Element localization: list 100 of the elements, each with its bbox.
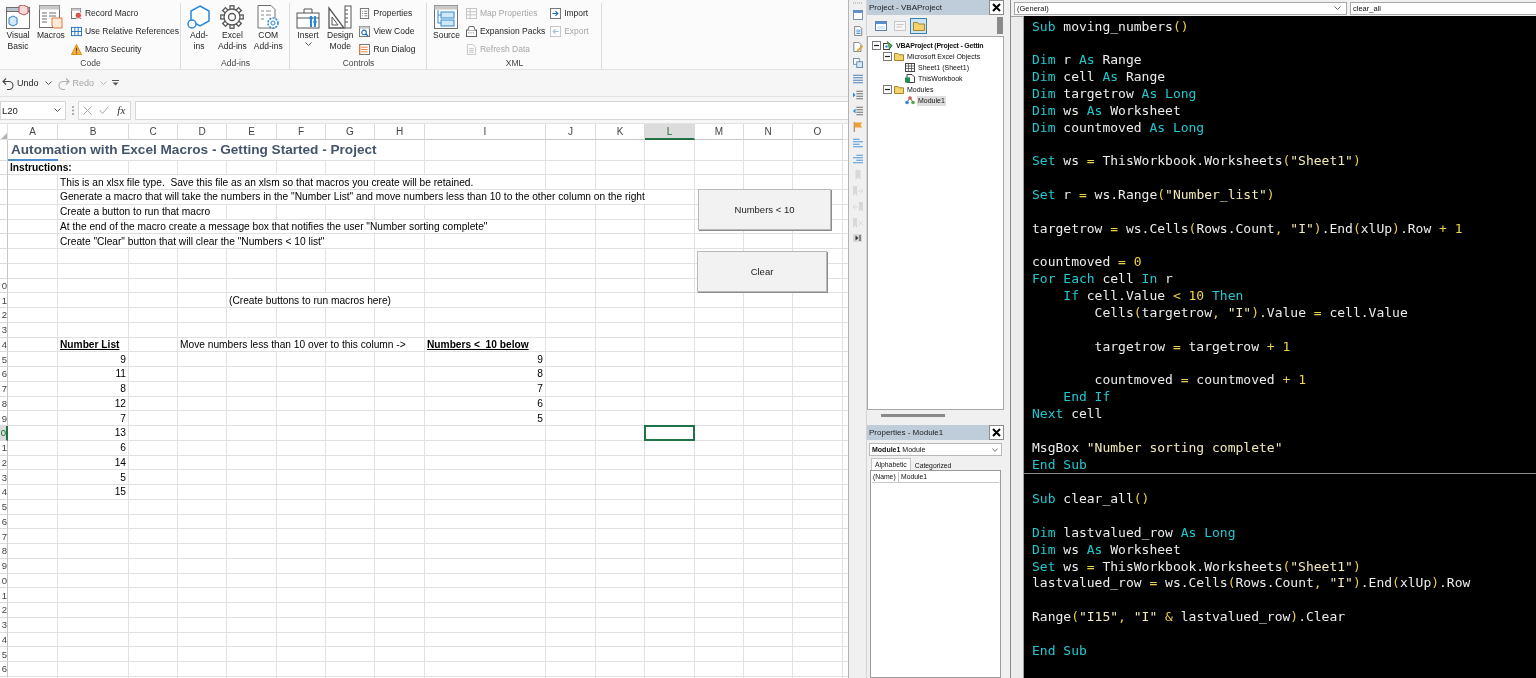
row-header[interactable]: 6: [0, 514, 8, 530]
flag-icon[interactable]: [852, 122, 863, 132]
row-header[interactable]: [0, 175, 8, 190]
close-button[interactable]: [989, 425, 1004, 440]
arrow-bar-icon[interactable]: [853, 234, 862, 242]
ribbon-button[interactable]: Macro Security: [68, 41, 181, 57]
row-header[interactable]: [0, 249, 8, 264]
row-header[interactable]: 6: [0, 662, 8, 677]
formula-input[interactable]: [135, 100, 848, 120]
text-lines-icon[interactable]: [852, 138, 863, 148]
lines-icon[interactable]: [852, 74, 863, 84]
row-header[interactable]: [0, 160, 8, 176]
ribbon-button[interactable]: Visual Basic: [3, 5, 33, 52]
row-header[interactable]: 7: [0, 381, 8, 397]
row-header[interactable]: 9: [0, 558, 8, 574]
row-header[interactable]: 8: [0, 396, 8, 412]
column-header[interactable]: N: [744, 124, 793, 140]
ribbon-button[interactable]: Run Dialog: [357, 41, 418, 57]
column-header[interactable]: K: [596, 124, 645, 140]
ribbon-button[interactable]: Add- ins: [184, 5, 214, 52]
row-header[interactable]: [0, 140, 8, 161]
column-header[interactable]: G: [326, 124, 375, 140]
collapse-icon[interactable]: [883, 52, 892, 61]
row-header[interactable]: 6: [0, 367, 8, 382]
ribbon-button[interactable]: View Code: [357, 23, 418, 39]
column-header[interactable]: L: [645, 124, 695, 140]
ribbon-button[interactable]: COM Add-ins: [250, 5, 286, 52]
column-header[interactable]: A: [8, 124, 58, 140]
row-header[interactable]: 4: [0, 337, 8, 353]
ribbon-button[interactable]: Insert: [293, 5, 323, 46]
page-icon[interactable]: [852, 26, 863, 36]
row-header[interactable]: 1: [0, 440, 8, 456]
text-lines-icon[interactable]: [852, 154, 863, 164]
row-header[interactable]: 3: [0, 470, 8, 485]
toolbar-button[interactable]: [910, 17, 927, 34]
ribbon-button[interactable]: Macros: [34, 5, 68, 41]
column-header[interactable]: C: [129, 124, 178, 140]
row-header[interactable]: 0: [0, 426, 8, 441]
toolbar-button[interactable]: Undo: [1, 76, 40, 90]
sheet-button[interactable]: Numbers < 10: [698, 189, 831, 230]
row-header[interactable]: 3: [0, 617, 8, 633]
caret-icon[interactable]: [44, 81, 52, 85]
column-header[interactable]: F: [277, 124, 326, 140]
outdent-icon[interactable]: [852, 106, 863, 116]
row-header[interactable]: 4: [0, 485, 8, 500]
ribbon-button[interactable]: Properties: [357, 5, 418, 21]
ribbon-button[interactable]: Import: [548, 5, 591, 21]
ribbon-button[interactable]: Record Macro: [68, 5, 181, 21]
row-header[interactable]: 0: [0, 573, 8, 589]
row-header[interactable]: 0: [0, 278, 8, 294]
ribbon-button[interactable]: Use Relative References: [68, 23, 181, 39]
close-button[interactable]: [989, 0, 1004, 15]
row-header[interactable]: 3: [0, 322, 8, 338]
caret-icon[interactable]: [304, 42, 312, 46]
column-header[interactable]: B: [58, 124, 129, 140]
sheet-button[interactable]: Clear: [697, 251, 827, 292]
corner-triangle-icon[interactable]: [1, 133, 7, 139]
row-header[interactable]: [0, 190, 8, 205]
row-header[interactable]: 2: [0, 603, 8, 618]
column-header[interactable]: J: [546, 124, 596, 140]
triangle-down-icon[interactable]: [112, 80, 120, 86]
column-header[interactable]: H: [375, 124, 425, 140]
code-editor[interactable]: [1024, 16, 1536, 678]
column-header[interactable]: M: [695, 124, 744, 140]
row-header[interactable]: [0, 219, 8, 235]
column-header[interactable]: O: [793, 124, 843, 140]
collapse-icon[interactable]: [883, 85, 892, 94]
cross-icon[interactable]: [82, 105, 92, 115]
row-header[interactable]: 8: [0, 544, 8, 559]
scrollbar-thumb[interactable]: [997, 17, 1003, 34]
row-header[interactable]: 1: [0, 588, 8, 603]
ribbon-button[interactable]: Expansion Packs: [463, 23, 548, 39]
collapse-icon[interactable]: [872, 41, 881, 50]
row-header[interactable]: 5: [0, 647, 8, 662]
column-header[interactable]: D: [178, 124, 227, 140]
row-header[interactable]: 5: [0, 499, 8, 515]
row-header[interactable]: 1: [0, 293, 8, 308]
insert-function-button[interactable]: fx: [116, 104, 127, 116]
window-icon[interactable]: [852, 10, 863, 20]
row-header[interactable]: [0, 204, 8, 220]
row-header[interactable]: 2: [0, 455, 8, 471]
row-header[interactable]: 9: [0, 411, 8, 426]
row-header[interactable]: 4: [0, 632, 8, 648]
pencil-page-icon[interactable]: [852, 42, 863, 52]
checkmark-icon[interactable]: [99, 106, 109, 114]
row-header[interactable]: [0, 263, 8, 279]
row-header[interactable]: 5: [0, 352, 8, 367]
windows-icon[interactable]: [852, 58, 863, 68]
name-box[interactable]: L20: [0, 100, 66, 120]
folder-icon: [912, 20, 925, 31]
ribbon-button[interactable]: Design Mode: [324, 5, 357, 52]
row-header[interactable]: 2: [0, 308, 8, 323]
scrollbar-thumb[interactable]: [881, 413, 945, 417]
column-header[interactable]: I: [425, 124, 546, 140]
row-header[interactable]: 7: [0, 529, 8, 544]
ribbon-button[interactable]: Excel Add-ins: [215, 5, 250, 52]
indent-icon[interactable]: [852, 90, 863, 100]
row-header[interactable]: [0, 234, 8, 249]
column-header[interactable]: E: [227, 124, 277, 140]
ribbon-button[interactable]: Source: [430, 5, 463, 41]
